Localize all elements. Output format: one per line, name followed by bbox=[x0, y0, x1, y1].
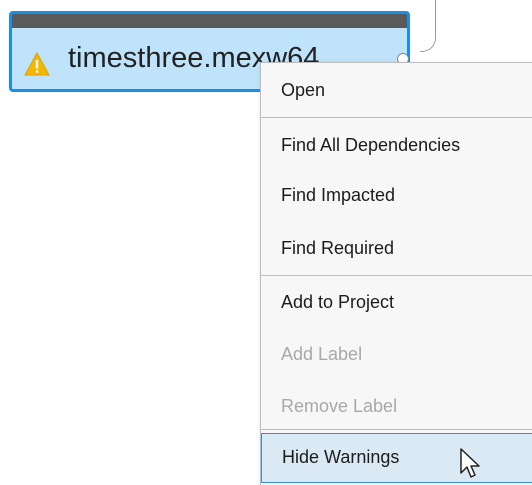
menu-separator bbox=[261, 275, 532, 276]
dependency-graph-canvas[interactable]: timesthree.mexw64 Open Find All Dependen… bbox=[0, 0, 532, 485]
dependency-edge bbox=[420, 0, 436, 52]
menu-separator bbox=[261, 429, 532, 430]
menu-item-hide-warnings[interactable]: Hide Warnings bbox=[261, 433, 532, 483]
context-menu: Open Find All Dependencies Find Impacted… bbox=[260, 62, 532, 485]
warning-icon bbox=[24, 52, 50, 76]
menu-item-open[interactable]: Open bbox=[261, 65, 532, 115]
menu-item-find-required[interactable]: Find Required bbox=[261, 223, 532, 273]
menu-item-add-to-project[interactable]: Add to Project bbox=[261, 277, 532, 327]
arrow-cursor-icon bbox=[460, 448, 480, 478]
menu-item-remove-label: Remove Label bbox=[281, 396, 398, 416]
menu-separator bbox=[261, 117, 532, 118]
menu-item-find-impacted[interactable]: Find Impacted bbox=[261, 170, 532, 220]
node-header-bar bbox=[12, 14, 407, 28]
menu-item-find-all-dependencies[interactable]: Find All Dependencies bbox=[261, 120, 532, 170]
menu-item-add-label: Add Label bbox=[281, 344, 363, 364]
